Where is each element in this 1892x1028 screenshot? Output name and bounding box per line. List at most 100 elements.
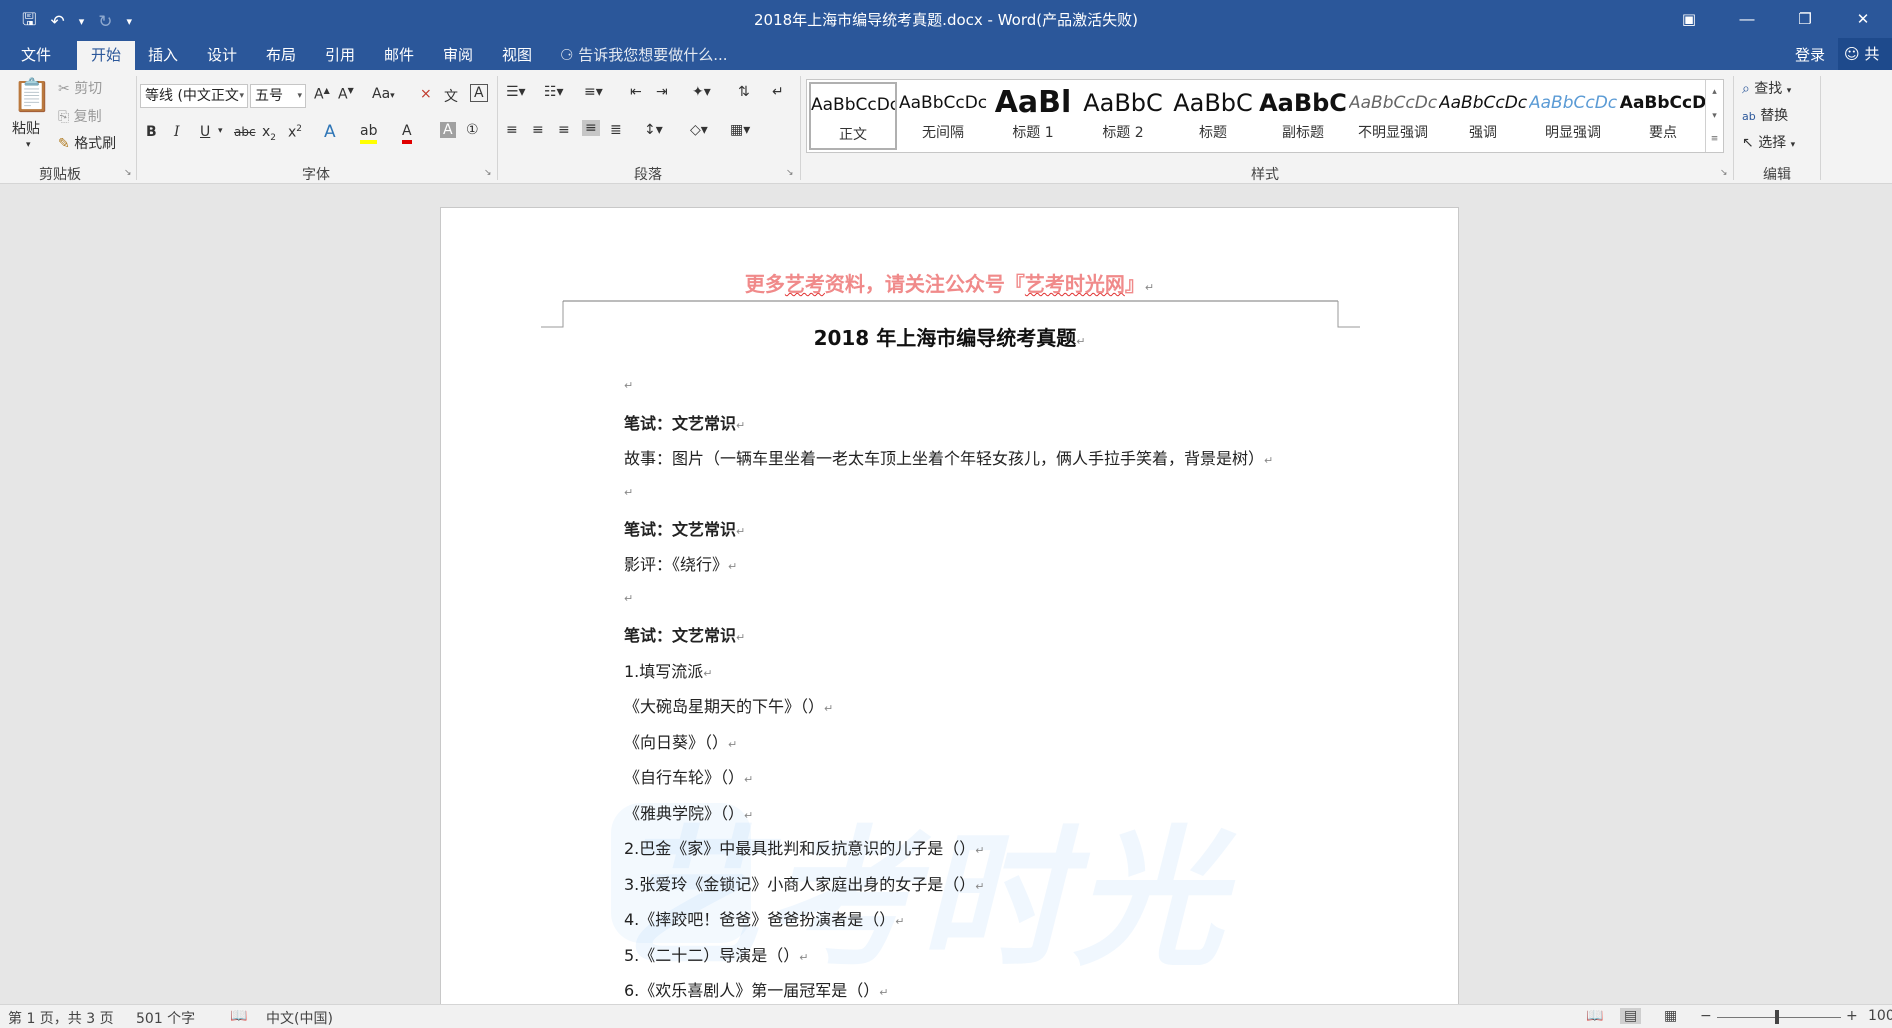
doc-paragraph[interactable]: 《雅典学院》（）↵ xyxy=(624,800,753,824)
style-subtle-emphasis[interactable]: AaBbCcDc 不明显强调 xyxy=(1349,82,1437,150)
doc-paragraph[interactable]: 1.填写流派↵ xyxy=(624,658,713,682)
style-no-spacing[interactable]: AaBbCcDc 无间隔 xyxy=(899,82,987,150)
proofing-icon[interactable]: 📖 xyxy=(230,1008,247,1024)
paste-icon[interactable]: 📋 xyxy=(12,76,52,114)
doc-paragraph[interactable]: 《自行车轮》（）↵ xyxy=(624,764,753,788)
document-canvas[interactable]: 更多艺考资料，请关注公众号『艺考时光网』↵ 2018 年上海市编导统考真题↵ 艺… xyxy=(0,184,1892,1004)
tab-insert[interactable]: 插入 xyxy=(136,41,190,70)
zoom-level[interactable]: 100% xyxy=(1868,1008,1892,1024)
text-effects-icon[interactable]: A xyxy=(324,122,336,142)
doc-paragraph[interactable]: 影评：《绕行》↵ xyxy=(624,551,737,575)
font-size-combo[interactable]: 五号 ▾ xyxy=(250,84,306,108)
word-count[interactable]: 501 个字 xyxy=(136,1008,195,1028)
gallery-down-icon[interactable]: ▾ xyxy=(1706,104,1723,128)
style-subtitle[interactable]: AaBbC 副标题 xyxy=(1259,82,1347,150)
change-case-button[interactable]: Aa▾ xyxy=(372,86,395,102)
underline-icon[interactable]: U xyxy=(200,124,210,140)
paste-button[interactable]: 粘贴 xyxy=(12,118,40,138)
doc-paragraph[interactable]: 故事：图片（一辆车里坐着一老太车顶上坐着个年轻女孩儿，俩人手拉手笑着，背景是树）… xyxy=(624,445,1273,469)
doc-paragraph[interactable]: ↵ xyxy=(624,481,633,500)
minimize-button[interactable]: ― xyxy=(1718,0,1776,38)
increase-indent-icon[interactable]: ⇥ xyxy=(656,84,668,100)
share-button[interactable]: ☺ 共享 xyxy=(1838,38,1892,95)
borders-icon[interactable]: ▦▾ xyxy=(730,122,750,138)
read-mode-icon[interactable]: 📖 xyxy=(1586,1008,1603,1024)
copy-button[interactable]: ⎘ 复制 xyxy=(58,106,102,126)
zoom-slider[interactable] xyxy=(1717,1017,1841,1018)
align-left-icon[interactable]: ≡ xyxy=(506,122,518,138)
paragraph-launcher-icon[interactable]: ↘ xyxy=(786,168,794,178)
select-button[interactable]: ↖ 选择 ▾ xyxy=(1742,132,1795,152)
web-layout-icon[interactable]: ▦ xyxy=(1664,1008,1677,1024)
tab-file[interactable]: 文件 xyxy=(6,41,66,70)
multilevel-list-icon[interactable]: ≡▾ xyxy=(584,84,603,100)
find-button[interactable]: ⌕ 查找 ▾ xyxy=(1742,78,1791,98)
phonetic-guide-icon[interactable]: 文 xyxy=(444,86,458,106)
styles-launcher-icon[interactable]: ↘ xyxy=(1720,168,1728,178)
tab-view[interactable]: 视图 xyxy=(490,41,544,70)
tab-references[interactable]: 引用 xyxy=(313,41,367,70)
style-intense-emphasis[interactable]: AaBbCcDc 明显强调 xyxy=(1529,82,1617,150)
align-right-icon[interactable]: ≡ xyxy=(558,122,570,138)
gallery-more-icon[interactable]: ≡ xyxy=(1706,128,1723,150)
tell-me-search[interactable]: ⚆ 告诉我您想要做什么... xyxy=(560,41,728,70)
justify-icon[interactable]: ≡ xyxy=(582,120,600,136)
italic-icon[interactable]: I xyxy=(174,124,180,140)
restore-button[interactable]: ❐ xyxy=(1776,0,1834,38)
language-indicator[interactable]: 中文(中国) xyxy=(266,1008,333,1028)
style-title[interactable]: AaBbC 标题 xyxy=(1169,82,1257,150)
zoom-slider-thumb[interactable] xyxy=(1775,1010,1779,1024)
doc-paragraph[interactable]: 《向日葵》（）↵ xyxy=(624,729,737,753)
close-button[interactable]: ✕ xyxy=(1834,0,1892,38)
character-border-icon[interactable]: A xyxy=(470,84,488,102)
doc-paragraph[interactable]: 5.《二十二）导演是（）↵ xyxy=(624,942,809,966)
bold-icon[interactable]: B xyxy=(146,124,157,140)
doc-paragraph[interactable]: ↵ xyxy=(624,374,633,393)
tab-mailings[interactable]: 邮件 xyxy=(372,41,426,70)
distributed-icon[interactable]: ≣ xyxy=(610,122,622,138)
subscript-icon[interactable]: x2 xyxy=(262,124,276,143)
style-emphasis[interactable]: AaBbCcDc 强调 xyxy=(1439,82,1527,150)
font-launcher-icon[interactable]: ↘ xyxy=(484,168,492,178)
bullets-icon[interactable]: ☰▾ xyxy=(506,84,526,100)
zoom-out-icon[interactable]: − xyxy=(1700,1008,1712,1024)
ribbon-display-options-icon[interactable]: ▣ xyxy=(1660,0,1718,38)
tab-layout[interactable]: 布局 xyxy=(254,41,308,70)
strikethrough-icon[interactable]: abc xyxy=(234,125,256,139)
font-name-combo[interactable]: 等线 (中文正文 ▾ xyxy=(140,84,248,108)
character-shading-icon[interactable]: A xyxy=(440,122,456,138)
style-normal[interactable]: AaBbCcDc 正文 xyxy=(809,82,897,150)
style-heading-2[interactable]: AaBbC 标题 2 xyxy=(1079,82,1167,150)
format-painter-button[interactable]: ✎ 格式刷 xyxy=(58,133,116,153)
enclose-characters-icon[interactable]: ① xyxy=(466,122,479,138)
tab-design[interactable]: 设计 xyxy=(195,41,249,70)
numbering-icon[interactable]: ☷▾ xyxy=(544,84,564,100)
style-heading-1[interactable]: AaBl 标题 1 xyxy=(989,82,1077,150)
tab-home[interactable]: 开始 xyxy=(77,41,135,70)
doc-paragraph[interactable]: 笔试：文艺常识↵ xyxy=(624,410,745,434)
doc-paragraph[interactable]: 3.张爱玲《金锁记》小商人家庭出身的女子是（）↵ xyxy=(624,871,985,895)
show-marks-icon[interactable]: ↵ xyxy=(772,84,784,100)
doc-paragraph[interactable]: 《大碗岛星期天的下午》（）↵ xyxy=(624,693,833,717)
tab-review[interactable]: 审阅 xyxy=(431,41,485,70)
style-strong[interactable]: AaBbCcD 要点 xyxy=(1619,82,1707,150)
asian-layout-icon[interactable]: ✦▾ xyxy=(692,84,711,100)
font-color-icon[interactable]: A xyxy=(402,122,412,144)
replace-button[interactable]: ab 替换 xyxy=(1742,105,1788,125)
doc-paragraph[interactable]: 4.《摔跤吧！爸爸》爸爸扮演者是（）↵ xyxy=(624,906,905,930)
doc-paragraph[interactable]: ↵ xyxy=(624,587,633,606)
sort-icon[interactable]: ⇅ xyxy=(738,84,750,100)
cut-button[interactable]: ✂ 剪切 xyxy=(58,78,102,98)
paste-dropdown-icon[interactable]: ▾ xyxy=(26,140,31,150)
document-title[interactable]: 2018 年上海市编导统考真题↵ xyxy=(441,322,1458,351)
decrease-indent-icon[interactable]: ⇤ xyxy=(630,84,642,100)
shrink-font-icon[interactable]: A▼ xyxy=(338,86,354,103)
gallery-up-icon[interactable]: ▴ xyxy=(1706,80,1723,104)
grow-font-icon[interactable]: A▲ xyxy=(314,86,330,103)
highlight-icon[interactable]: ab xyxy=(360,122,378,144)
login-link[interactable]: 登录 xyxy=(1795,41,1825,70)
document-page[interactable]: 更多艺考资料，请关注公众号『艺考时光网』↵ 2018 年上海市编导统考真题↵ 艺… xyxy=(440,207,1459,1004)
doc-paragraph[interactable]: 6.《欢乐喜剧人》第一届冠军是（）↵ xyxy=(624,977,889,1001)
superscript-icon[interactable]: x2 xyxy=(288,124,302,141)
shading-icon[interactable]: ◇▾ xyxy=(690,122,708,138)
